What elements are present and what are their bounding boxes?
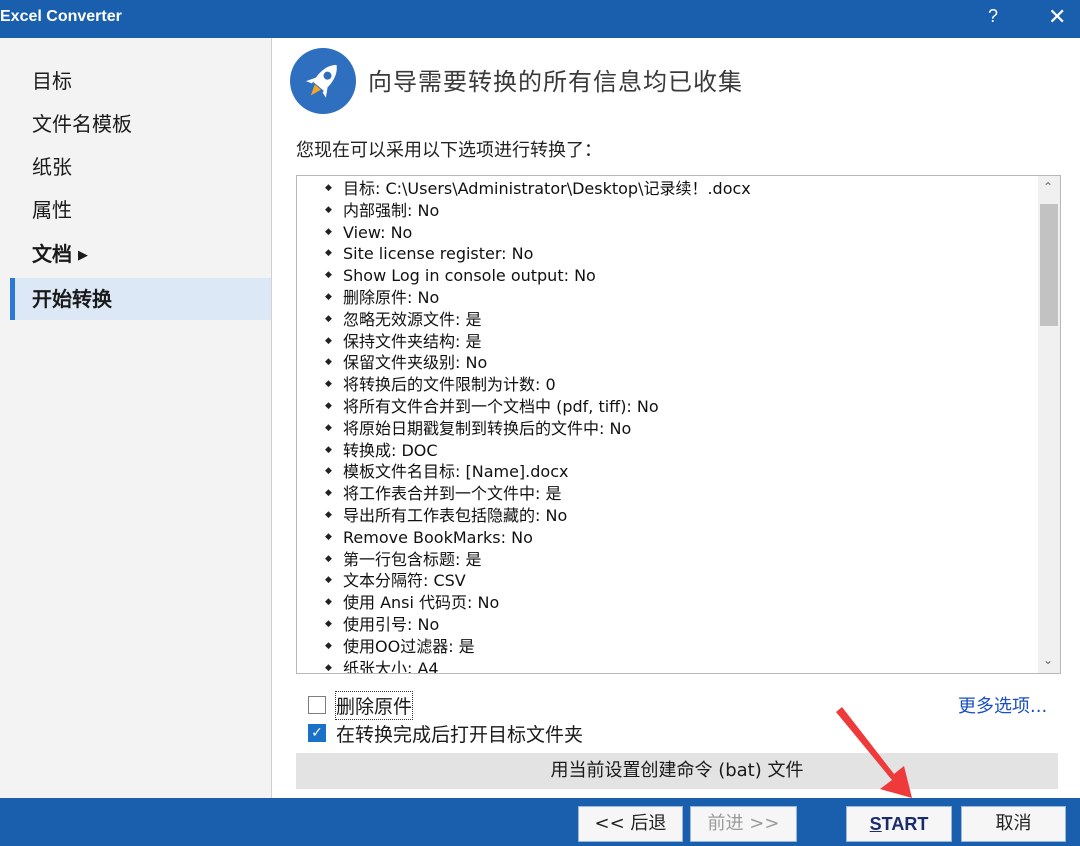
- open-target-folder-checkbox[interactable]: ✓: [308, 724, 326, 742]
- next-button[interactable]: 前进 >>: [690, 806, 797, 842]
- list-item: 使用引号: No: [325, 614, 1060, 636]
- list-item: 忽略无效源文件: 是: [325, 309, 1060, 331]
- open-target-folder-label[interactable]: 在转换完成后打开目标文件夹: [336, 720, 583, 747]
- list-item: 使用OO过滤器: 是: [325, 636, 1060, 658]
- title-bar: Excel Converter ? ✕: [0, 0, 1080, 38]
- back-button[interactable]: << 后退: [578, 806, 683, 842]
- rocket-icon: [290, 48, 356, 114]
- list-item: 将工作表合并到一个文件中: 是: [325, 483, 1060, 505]
- sidebar-item-start-conversion[interactable]: 开始转换: [10, 278, 271, 320]
- delete-original-checkbox[interactable]: [308, 696, 326, 714]
- open-target-folder-option[interactable]: ✓ 在转换完成后打开目标文件夹: [308, 720, 583, 747]
- window-title: Excel Converter: [0, 8, 122, 25]
- sidebar-item-properties[interactable]: 属性: [10, 189, 271, 231]
- list-item: 第一行包含标题: 是: [325, 549, 1060, 571]
- list-item: 保留文件夹级别: No: [325, 352, 1060, 374]
- sidebar-item-label: 文档: [32, 242, 72, 266]
- list-item: 文本分隔符: CSV: [325, 570, 1060, 592]
- scrollbar-thumb[interactable]: [1040, 204, 1058, 326]
- list-item: Site license register: No: [325, 243, 1060, 265]
- list-item: 转换成: DOC: [325, 440, 1060, 462]
- sidebar-item-label: 文件名模板: [32, 112, 132, 136]
- sidebar-item-label: 纸张: [32, 155, 72, 179]
- intro-text: 您现在可以采用以下选项进行转换了：: [296, 140, 602, 161]
- sidebar-item-target[interactable]: 目标: [10, 60, 271, 102]
- list-item: 将转换后的文件限制为计数: 0: [325, 374, 1060, 396]
- sidebar-item-label: 属性: [32, 198, 72, 222]
- sidebar-item-document[interactable]: 文档 ▶: [10, 233, 271, 275]
- more-options-link[interactable]: 更多选项...: [958, 692, 1047, 718]
- list-item: 将原始日期戳复制到转换后的文件中: No: [325, 418, 1060, 440]
- wizard-main-panel: 向导需要转换的所有信息均已收集 您现在可以采用以下选项进行转换了： 目标: C:…: [272, 38, 1080, 798]
- chevron-down-icon[interactable]: ⌄: [1043, 653, 1053, 667]
- triangle-right-icon: ▶: [78, 248, 88, 263]
- summary-items: 目标: C:\Users\Administrator\Desktop\记录续！.…: [297, 176, 1060, 673]
- list-item: 保持文件夹结构: 是: [325, 331, 1060, 353]
- list-item: 使用 Ansi 代码页: No: [325, 592, 1060, 614]
- check-icon: ✓: [311, 725, 323, 741]
- list-item: 模板文件名目标: [Name].docx: [325, 461, 1060, 483]
- start-button[interactable]: START: [846, 806, 952, 842]
- sidebar-item-label: 目标: [32, 69, 72, 93]
- sidebar-item-filename-template[interactable]: 文件名模板: [10, 103, 271, 145]
- list-item: 纸张大小: A4: [325, 658, 1060, 673]
- list-item: 导出所有工作表包括隐藏的: No: [325, 505, 1060, 527]
- page-heading: 向导需要转换的所有信息均已收集: [368, 68, 743, 96]
- list-item: 内部强制: No: [325, 200, 1060, 222]
- cancel-button[interactable]: 取消: [961, 806, 1066, 842]
- list-item: 删除原件: No: [325, 287, 1060, 309]
- start-button-accelerator: S: [869, 814, 882, 834]
- sidebar-item-paper[interactable]: 纸张: [10, 146, 271, 188]
- start-button-label: TART: [881, 814, 929, 834]
- list-item: Show Log in console output: No: [325, 265, 1060, 287]
- close-button[interactable]: ✕: [1048, 4, 1066, 30]
- help-button[interactable]: ?: [988, 6, 998, 27]
- settings-summary-list[interactable]: 目标: C:\Users\Administrator\Desktop\记录续！.…: [296, 175, 1061, 674]
- wizard-sidebar: 目标 文件名模板 纸张 属性 文档 ▶ 开始转换: [0, 38, 272, 798]
- sidebar-item-label: 开始转换: [32, 287, 112, 311]
- delete-original-label[interactable]: 删除原件: [334, 690, 414, 720]
- list-item: Remove BookMarks: No: [325, 527, 1060, 549]
- list-item: 将所有文件合并到一个文档中 (pdf, tiff): No: [325, 396, 1060, 418]
- delete-original-option[interactable]: 删除原件: [308, 690, 414, 720]
- list-item: View: No: [325, 222, 1060, 244]
- chevron-up-icon[interactable]: ⌃: [1043, 180, 1053, 194]
- wizard-footer: << 后退 前进 >> START 取消: [0, 798, 1080, 846]
- vertical-scrollbar[interactable]: ⌃ ⌄: [1038, 176, 1060, 673]
- list-item: 目标: C:\Users\Administrator\Desktop\记录续！.…: [325, 178, 1060, 200]
- create-bat-button[interactable]: 用当前设置创建命令 (bat) 文件: [296, 753, 1058, 789]
